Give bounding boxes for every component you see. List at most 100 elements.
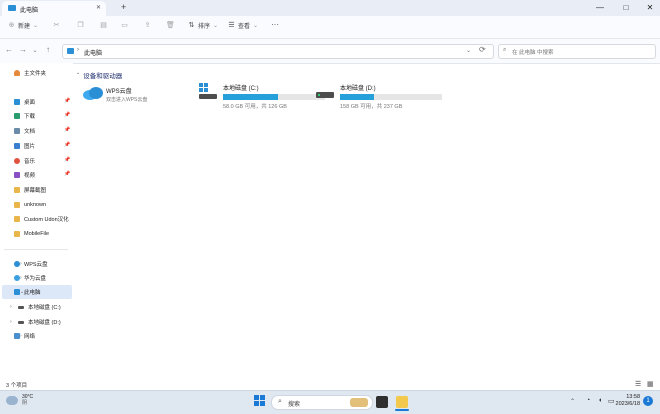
sidebar-item-pictures[interactable]: 图片 (14, 140, 35, 152)
sort-icon: ⇅ (188, 22, 195, 29)
minimize-button[interactable]: — (590, 0, 610, 16)
chevron-up-icon[interactable]: ⌃ (570, 398, 575, 405)
sidebar-item-label: 本地磁盘 (C:) (28, 305, 61, 311)
drive-usage-bar (340, 94, 442, 100)
computer-icon (67, 48, 74, 54)
new-tab-button[interactable]: + (121, 2, 126, 12)
tab-this-pc[interactable]: 此电脑 ✕ (2, 1, 106, 16)
recent-locations-icon[interactable]: ⌄ (30, 47, 40, 54)
picture-icon (14, 143, 20, 149)
tab-title: 此电脑 (20, 8, 39, 14)
drive-tile-d[interactable]: 本地磁盘 (D:) 158 GB 可用，共 237 GB (316, 83, 442, 110)
share-icon[interactable]: ⇪ (144, 22, 151, 29)
sidebar-item-folder[interactable]: Custom Udon汉化 (14, 213, 72, 225)
windows-drive-icon (199, 83, 217, 100)
sidebar-item-label: 音乐 (24, 159, 36, 165)
group-header[interactable]: ⌄ 设备和驱动器 (76, 70, 122, 80)
rename-icon[interactable]: ▭ (121, 22, 128, 29)
clock[interactable]: 13:58 2023/6/18 (612, 394, 640, 408)
sidebar-item-huawei-cloud[interactable]: › 华为云盘 (14, 272, 46, 284)
group-title: 设备和驱动器 (83, 73, 123, 80)
chevron-down-icon: ⌄ (33, 23, 39, 29)
wps-cloud-tile[interactable]: WPS云盘 双击进入WPS云盘 (82, 84, 182, 106)
search-icon: ⌕ (278, 398, 282, 405)
toolbar (0, 16, 660, 39)
volume-icon[interactable]: ◖ (598, 397, 602, 404)
sidebar-item-label: 主文件夹 (24, 71, 47, 77)
paste-icon[interactable]: ▤ (100, 22, 107, 29)
chevron-right-icon[interactable]: › (10, 304, 12, 310)
close-button[interactable]: ✕ (640, 0, 660, 16)
drive-tile-c[interactable]: 本地磁盘 (C:) 58.0 GB 可用，共 126 GB (199, 83, 325, 110)
sidebar-item-home[interactable]: 主文件夹 (14, 67, 46, 79)
weather-widget[interactable]: 30°C 阴 (6, 394, 33, 406)
chevron-down-icon: ⌄ (253, 23, 259, 29)
sidebar-item-music[interactable]: 音乐 (14, 155, 35, 167)
file-explorer-icon[interactable] (396, 396, 408, 408)
chevron-right-icon[interactable]: › (20, 261, 22, 267)
new-button[interactable]: ⊕ 新建 ⌄ (8, 21, 38, 30)
sort-label: 排序 (198, 24, 211, 30)
sidebar-item-folder[interactable]: unknown (14, 199, 46, 211)
sidebar-item-network[interactable]: › 网络 (14, 330, 35, 342)
refresh-icon[interactable]: ⟳ (479, 45, 486, 54)
drive-usage-fill (223, 94, 279, 100)
home-icon (14, 70, 20, 76)
breadcrumb[interactable]: 此电脑 (84, 48, 102, 57)
drive-usage-bar (223, 94, 325, 100)
more-button[interactable]: ··· (271, 20, 279, 29)
chevron-right-icon[interactable]: › (20, 333, 22, 339)
address-bar[interactable]: › 此电脑 ⌄ (62, 44, 494, 59)
pin-icon: 📌 (64, 112, 71, 118)
tiles-view-icon[interactable]: ▦ (647, 380, 654, 388)
wifi-icon[interactable]: ◔ (586, 397, 590, 404)
chevron-down-icon[interactable]: ⌄ (466, 47, 471, 54)
sidebar-item-wps-cloud[interactable]: › WPS云盘 (14, 258, 48, 270)
details-view-icon[interactable]: ☰ (635, 380, 641, 388)
notification-badge[interactable]: 1 (643, 396, 653, 406)
chevron-down-icon[interactable]: ⌄ (20, 289, 24, 295)
back-arrow-icon[interactable]: ← (4, 45, 14, 54)
document-icon (14, 128, 20, 134)
sidebar-item-videos[interactable]: 视频 (14, 169, 35, 181)
pin-icon: 📌 (64, 171, 71, 177)
folder-icon (14, 202, 20, 208)
maximize-button[interactable]: □ (616, 0, 636, 16)
sidebar-item-folder[interactable]: 屏幕截图 (14, 184, 46, 196)
sidebar-item-desktop[interactable]: 桌面 (14, 96, 35, 108)
close-tab-icon[interactable]: ✕ (96, 4, 101, 11)
drive-usage-fill (340, 94, 374, 100)
download-icon (14, 113, 20, 119)
computer-icon (8, 5, 16, 11)
sidebar-item-downloads[interactable]: 下载 (14, 110, 35, 122)
drive-name: 本地磁盘 (D:) (340, 86, 376, 92)
cut-icon[interactable]: ✂ (53, 22, 60, 29)
sidebar-item-label: unknown (24, 202, 47, 208)
chevron-right-icon[interactable]: › (10, 319, 12, 325)
drive-icon (18, 305, 24, 309)
search-input[interactable]: 在 此电脑 中搜索 (512, 48, 554, 56)
up-arrow-icon[interactable]: ↑ (43, 45, 53, 54)
start-button[interactable] (254, 395, 266, 407)
tile-name: WPS云盘 (106, 89, 132, 95)
sort-button[interactable]: ⇅ 排序 ⌄ (188, 21, 218, 30)
sidebar-item-this-pc[interactable]: ⌄ 此电脑 (14, 286, 41, 298)
sidebar-item-documents[interactable]: 文档 (14, 125, 35, 137)
search-box[interactable]: ⌕ 在 此电脑 中搜索 (498, 44, 656, 59)
task-view-icon[interactable] (376, 396, 388, 408)
drive-size: 58.0 GB 可用，共 126 GB (223, 104, 287, 110)
sidebar-item-drive-d[interactable]: › 本地磁盘 (D:) (10, 316, 61, 328)
sidebar-item-label: 文档 (24, 129, 36, 135)
view-button[interactable]: ☰ 查看 ⌄ (228, 21, 258, 30)
chevron-right-icon[interactable]: › (20, 275, 22, 281)
sidebar-item-drive-c[interactable]: › 本地磁盘 (C:) (10, 301, 61, 313)
copy-icon[interactable]: ❐ (77, 22, 84, 29)
taskbar-search[interactable]: ⌕ 搜索 (271, 395, 373, 410)
folder-icon (14, 216, 20, 222)
forward-arrow-icon[interactable]: → (18, 45, 28, 54)
sidebar-item-folder[interactable]: MobileFile (14, 228, 49, 240)
clock-date: 2023/6/18 (615, 401, 640, 407)
delete-icon[interactable]: 🗑 (166, 22, 175, 29)
sidebar-divider (4, 249, 68, 250)
sidebar-item-label: 本地磁盘 (D:) (28, 320, 61, 326)
